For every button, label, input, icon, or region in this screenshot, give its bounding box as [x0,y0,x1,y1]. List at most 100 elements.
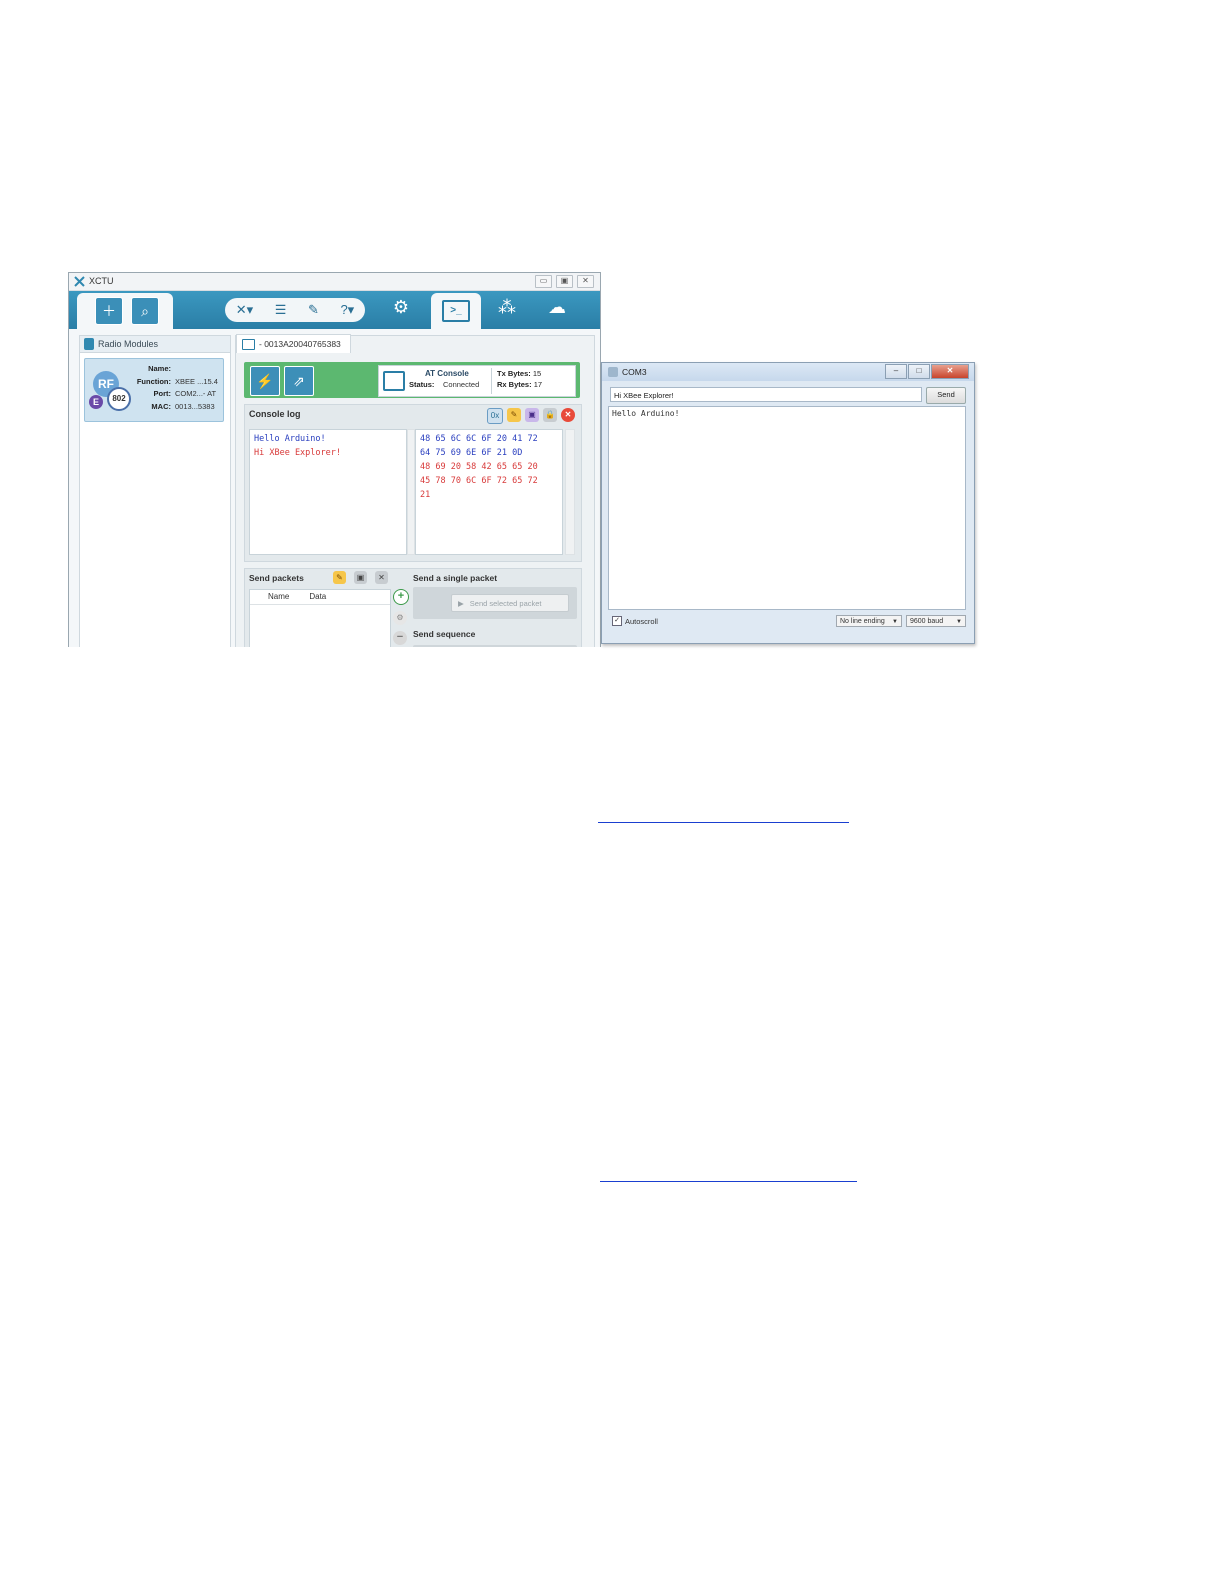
play-icon: ▶ [458,598,464,608]
device-tab-label: - 0013A20040765383 [259,339,341,349]
discover-devices-icon: ⌕ [141,302,149,319]
clear-packets-icon[interactable]: ✕ [375,571,388,584]
remove-packet-button[interactable]: − [393,631,407,645]
serial-monitor-icon [608,367,618,377]
protocol-badge: 802 [107,387,131,411]
network-icon[interactable]: ⁂ [493,297,521,318]
rx-bytes-label: Rx Bytes: [497,380,532,389]
tools-icon[interactable]: ✕▾ [236,302,253,318]
configuration-icon[interactable]: ⚙ [387,297,415,318]
clear-log-icon[interactable]: ✕ [561,408,575,422]
send-packets-title: Send packets [249,573,304,583]
radio-modules-header: Radio Modules [80,336,230,353]
consoles-tab[interactable]: >_ [431,293,481,329]
save-log-icon[interactable]: ▣ [525,408,539,422]
module-name-label: Name: [148,364,171,373]
console-log-tools: 0x ✎ ▣ 🔒 ✕ [487,408,575,424]
feedback-icon[interactable]: ✎ [308,302,319,318]
serial-send-button[interactable]: Send [926,387,966,404]
module-mac-label: MAC: [151,401,171,411]
autoscroll-toggle[interactable]: ✓ Autoscroll [612,616,658,626]
baud-rate-value: 9600 baud [910,618,944,625]
send-packets-tools: ✎ ▣ ✕ [333,571,388,584]
add-device-icon: ＋ [102,303,116,319]
at-console-icon [383,371,405,391]
xctu-window-title: XCTU [89,276,114,286]
minimize-button[interactable]: – [885,364,907,379]
add-device-button[interactable]: ＋ [95,297,123,325]
module-info: Name: Function: XBEE ...15.4 Port: COM2...… [133,363,218,413]
device-console-tab[interactable]: - 0013A20040765383 [236,334,351,353]
tx-bytes-value: 15 [532,369,542,378]
serial-input-field[interactable]: Hi XBee Explorer! [610,387,922,402]
send-single-packet-title: Send a single packet [413,573,498,583]
status-divider [491,368,492,394]
column-name[interactable]: Name [268,590,289,604]
serial-monitor-title: COM3 [622,367,647,377]
maximize-button[interactable]: □ [908,364,930,379]
lock-icon[interactable]: 🔒 [543,408,557,422]
xbee-module-badge: RF E 802 [89,369,131,411]
serial-monitor-titlebar: COM3 – □ ✕ [602,363,974,381]
xctu-menu-icon[interactable]: ☰ [275,302,287,318]
close-button[interactable]: ✕ [577,275,594,288]
help-icon[interactable]: ?▾ [340,302,354,318]
baud-rate-select[interactable]: 9600 baud ▼ [906,615,966,627]
xctu-window: XCTU ▭ ▣ ✕ ＋ ⌕ ✕▾ ☰ ✎ ?▾ ⚙ >_ ⁂ ☁ Radio … [68,272,601,647]
line-ending-value: No line ending [840,618,885,625]
autoscroll-checkbox[interactable]: ✓ [612,616,622,626]
maximize-button[interactable]: ▣ [556,275,573,288]
discover-devices-button[interactable]: ⌕ [131,297,159,325]
status-label: Status: [409,380,435,389]
detach-console-button[interactable]: ⇗ [284,366,314,396]
console-ascii-pane[interactable]: Hello Arduino! Hi XBee Explorer! [249,429,407,555]
send-selected-label: Send selected packet [469,598,542,608]
hex-line: 48 65 6C 6C 6F 20 41 72 [420,434,538,444]
send-sequence-title: Send sequence [413,629,476,639]
close-connection-button[interactable]: ⚡ [250,366,280,396]
serial-output: Hello Arduino! [608,406,966,610]
hex-toggle-icon[interactable]: 0x [487,408,503,424]
column-data[interactable]: Data [309,590,326,604]
xctu-toolbar: ＋ ⌕ ✕▾ ☰ ✎ ?▾ ⚙ >_ ⁂ ☁ [69,291,600,329]
rx-bytes-value: 17 [533,380,543,389]
module-function-label: Function: [136,376,171,386]
packet-list-actions: + ⚙ − [393,589,409,645]
ascii-line-received: Hi XBee Explorer! [254,448,341,458]
hex-line: 45 78 70 6C 6F 72 65 72 [420,476,538,486]
serial-monitor-window: COM3 – □ ✕ Hi XBee Explorer! Send Hello … [601,362,975,644]
module-port-value: COM2...- AT [175,389,217,398]
minimize-button[interactable]: ▭ [535,275,552,288]
ascii-scrollbar[interactable] [407,429,415,555]
serial-window-controls: – □ ✕ [885,364,969,379]
add-packet-button[interactable]: + [393,589,409,605]
cloud-icon[interactable]: ☁ [543,297,571,318]
save-packets-icon[interactable]: ▣ [354,571,367,584]
hex-line: 48 69 20 58 42 65 65 20 [420,462,538,472]
hex-scrollbar[interactable] [565,429,575,555]
console-hex-pane[interactable]: 48 65 6C 6C 6F 20 41 72 64 75 69 6E 6F 2… [415,429,563,555]
send-selected-packet-button[interactable]: ▶ Send selected packet [451,594,569,612]
chevron-down-icon: ▼ [956,619,962,625]
tools-menu-group: ✕▾ ☰ ✎ ?▾ [225,298,365,322]
connection-plug-icon: ⚡ [256,372,274,389]
hex-line: 21 [420,490,431,500]
load-packets-icon[interactable]: ✎ [333,571,346,584]
ascii-line-sent: Hello Arduino! [254,434,326,444]
autoscroll-label: Autoscroll [625,616,658,626]
radio-module-card[interactable]: RF E 802 Name: Function: XBEE ...15.4 Por… [84,358,224,422]
page-link-underline[interactable] [598,822,849,823]
packet-list-header: Name Data [250,590,390,605]
console-mode: AT Console [425,369,469,378]
page-link-underline[interactable] [600,1181,857,1182]
radio-modules-panel: Radio Modules RF E 802 Name: Function: XB… [79,335,231,647]
xctu-logo-icon [74,276,85,287]
module-mac-value: 0013...5383 [175,401,215,411]
status-value: Connected [443,380,480,389]
edit-packet-button[interactable]: ⚙ [393,611,407,625]
add-packet-icon[interactable]: ✎ [507,408,521,422]
packet-list[interactable]: Name Data [249,589,391,647]
send-packets-section: Send packets ✎ ▣ ✕ Name Data + ⚙ − Send … [244,568,582,647]
close-button[interactable]: ✕ [931,364,969,379]
line-ending-select[interactable]: No line ending ▼ [836,615,902,627]
